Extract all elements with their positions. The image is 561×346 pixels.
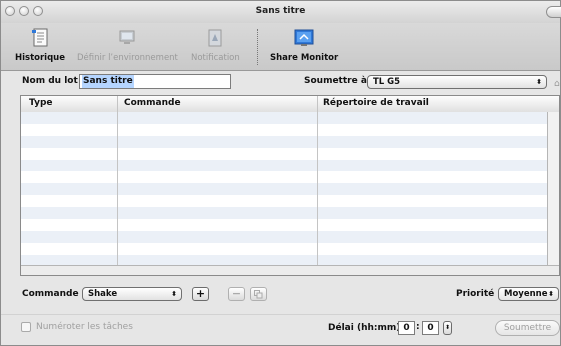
table-row[interactable] bbox=[21, 183, 548, 196]
column-command[interactable]: Commande bbox=[124, 98, 181, 108]
toolbar-environment-label: Définir l’environnement bbox=[77, 53, 178, 63]
submit-button[interactable]: Soumettre bbox=[495, 320, 560, 336]
submit-to-label: Soumettre à : bbox=[304, 76, 374, 86]
table-row[interactable] bbox=[21, 112, 548, 124]
app-window: Sans titre Historique Définir l’environn… bbox=[0, 0, 561, 346]
table-row[interactable] bbox=[21, 171, 548, 184]
column-type[interactable]: Type bbox=[29, 98, 52, 108]
notification-icon bbox=[208, 29, 222, 47]
table-row[interactable] bbox=[21, 219, 548, 231]
delay-label: Délai (hh:mm) : bbox=[328, 323, 408, 333]
vertical-scrollbar[interactable] bbox=[547, 112, 559, 266]
table-row[interactable] bbox=[21, 135, 548, 148]
table-body bbox=[21, 112, 548, 267]
batch-name-value: Sans titre bbox=[82, 75, 134, 88]
column-working-dir[interactable]: Répertoire de travail bbox=[323, 98, 429, 108]
toolbar-notification[interactable]: Notification bbox=[191, 27, 240, 63]
submit-to-value: TL G5 bbox=[373, 77, 401, 87]
toolbar-history[interactable]: Historique bbox=[15, 27, 65, 63]
table-row[interactable] bbox=[21, 242, 548, 255]
add-command-button[interactable]: + bbox=[192, 287, 209, 301]
popup-arrows-icon: ⬍ bbox=[536, 78, 542, 86]
delay-minutes-field[interactable]: 0 bbox=[422, 321, 439, 335]
toolbar-share-monitor[interactable]: Share Monitor bbox=[270, 27, 338, 63]
popup-arrows-icon: ⬍ bbox=[548, 290, 554, 298]
batch-name-input[interactable]: Sans titre bbox=[79, 74, 231, 89]
share-monitor-icon bbox=[294, 29, 314, 46]
duplicate-icon bbox=[254, 290, 263, 299]
command-label: Commande : bbox=[22, 289, 86, 299]
toolbar-separator bbox=[257, 29, 258, 65]
numbering-checkbox[interactable] bbox=[21, 322, 31, 332]
batch-name-label: Nom du lot : bbox=[22, 76, 85, 86]
command-popup[interactable]: Shake ⬍ bbox=[82, 287, 182, 301]
batch-row: Nom du lot : Sans titre Soumettre à : TL… bbox=[1, 73, 560, 93]
history-icon bbox=[32, 28, 48, 47]
toolbar-toggle-button[interactable] bbox=[546, 6, 561, 18]
table-row[interactable] bbox=[21, 159, 548, 172]
command-value: Shake bbox=[88, 289, 118, 299]
table-row[interactable] bbox=[21, 207, 548, 220]
lock-icon[interactable]: ⌂ bbox=[554, 79, 561, 89]
toolbar-environment[interactable]: Définir l’environnement bbox=[77, 27, 178, 63]
priority-popup[interactable]: Moyenne ⬍ bbox=[498, 287, 559, 301]
footer: Numéroter les tâches Délai (hh:mm) : 0 :… bbox=[1, 314, 560, 345]
title-bar: Sans titre bbox=[1, 1, 561, 24]
table-row[interactable] bbox=[21, 123, 548, 136]
toolbar-notification-label: Notification bbox=[191, 53, 240, 63]
submit-to-popup[interactable]: TL G5 ⬍ bbox=[367, 75, 547, 89]
table-row[interactable] bbox=[21, 195, 548, 208]
toolbar-history-label: Historique bbox=[15, 53, 65, 63]
delay-separator: : bbox=[416, 322, 420, 332]
table-header: Type Commande Répertoire de travail bbox=[21, 96, 559, 113]
delay-stepper[interactable]: ⬍ bbox=[443, 321, 452, 335]
duplicate-command-button[interactable] bbox=[250, 287, 267, 301]
table-row[interactable] bbox=[21, 230, 548, 243]
column-divider bbox=[117, 96, 118, 275]
delay-hours-field[interactable]: 0 bbox=[398, 321, 415, 335]
table-row[interactable] bbox=[21, 147, 548, 160]
toolbar-share-monitor-label: Share Monitor bbox=[270, 53, 339, 63]
popup-arrows-icon: ⬍ bbox=[171, 290, 177, 298]
command-row: Commande : Shake ⬍ + − Priorité : Moyenn… bbox=[1, 286, 560, 306]
toolbar: Historique Définir l’environnement Notif… bbox=[1, 23, 560, 71]
remove-command-button[interactable]: − bbox=[228, 287, 245, 301]
window-title: Sans titre bbox=[255, 6, 306, 16]
environment-icon bbox=[119, 30, 135, 44]
job-table: Type Commande Répertoire de travail bbox=[20, 95, 560, 276]
priority-label: Priorité : bbox=[456, 289, 501, 299]
horizontal-scrollbar[interactable] bbox=[21, 265, 559, 275]
numbering-label: Numéroter les tâches bbox=[36, 322, 133, 332]
priority-value: Moyenne bbox=[504, 289, 548, 299]
column-divider bbox=[317, 96, 318, 275]
